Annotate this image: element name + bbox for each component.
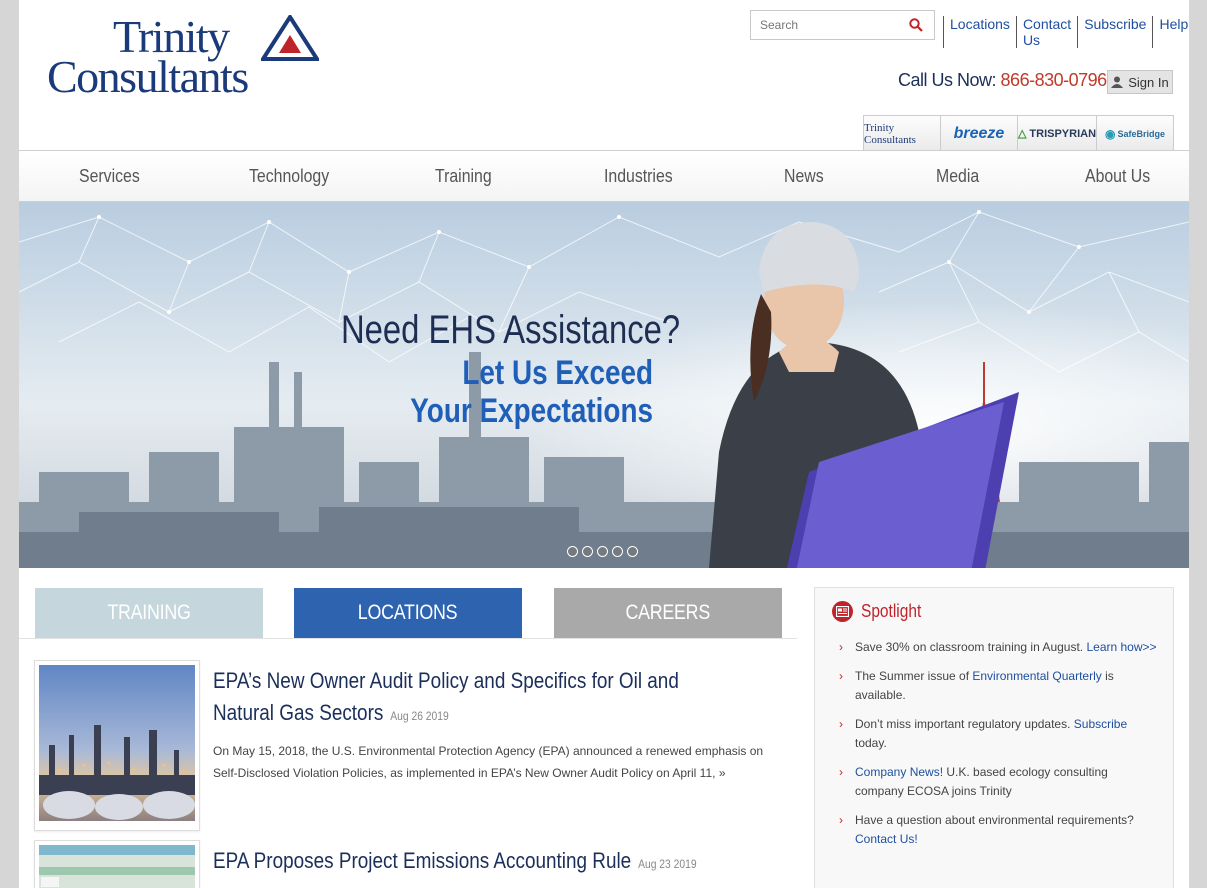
nav-services[interactable]: Services	[79, 166, 140, 187]
sign-in-button[interactable]: Sign In	[1107, 70, 1173, 94]
article-1-excerpt: On May 15, 2018, the U.S. Environmental …	[213, 740, 778, 784]
main-nav: Services Technology Training Industries …	[19, 150, 1189, 202]
search-icon[interactable]	[909, 18, 923, 32]
call-us: Call Us Now: 866-830-0796	[898, 70, 1107, 91]
brand-switcher: Trinity Consultants breeze △ TRISPYRIAN …	[863, 115, 1174, 151]
hero-headline: Need EHS Assistance?	[341, 308, 681, 352]
spotlight-item: › Have a question about environmental re…	[839, 811, 1157, 849]
sign-in-label: Sign In	[1128, 74, 1169, 90]
article-1-date: Aug 26 2019	[390, 709, 449, 723]
chevron-right-icon: ›	[839, 813, 843, 827]
article-1-read-more[interactable]: »	[719, 766, 726, 780]
carousel-dot-3[interactable]	[597, 546, 608, 557]
brand-trispyrian[interactable]: △ TRISPYRIAN	[1017, 116, 1098, 151]
contact-us-spotlight-link[interactable]: Contact Us!	[855, 832, 918, 846]
spotlight-item: › Company News! U.K. based ecology consu…	[839, 763, 1157, 801]
spotlight-header: Spotlight	[832, 601, 931, 622]
carousel-dot-4[interactable]	[612, 546, 623, 557]
training-tab-label: TRAINING	[107, 601, 191, 624]
chevron-right-icon: ›	[839, 669, 843, 683]
chevron-right-icon: ›	[839, 717, 843, 731]
divider	[19, 638, 797, 639]
utility-links: Locations Contact Us Subscribe Help	[943, 16, 1189, 48]
search-input[interactable]	[760, 18, 900, 32]
brand-breeze[interactable]: breeze	[940, 116, 1018, 151]
hero-sub-line2: Your Expectations	[410, 392, 653, 430]
article-2-title[interactable]: EPA Proposes Project Emissions Accountin…	[213, 845, 712, 880]
article-2-thumbnail[interactable]	[34, 840, 200, 888]
spotlight-item: › The Summer issue of Environmental Quar…	[839, 667, 1157, 705]
locations-tab-label: LOCATIONS	[358, 601, 458, 624]
spotlight-panel: Spotlight › Save 30% on classroom traini…	[814, 587, 1174, 888]
logo-triangle-icon	[261, 15, 319, 61]
hero-sub-line1: Let Us Exceed	[462, 354, 653, 392]
locations-link[interactable]: Locations	[943, 16, 1016, 48]
spotlight-title: Spotlight	[861, 601, 922, 621]
spotlight-item-text: Save 30% on classroom training in August…	[855, 640, 1087, 654]
brand-safebridge-label: SafeBridge	[1117, 128, 1166, 139]
spotlight-item-text: Don’t miss important regulatory updates.	[855, 717, 1074, 731]
company-news-link[interactable]: Company News!	[855, 765, 943, 779]
search-box[interactable]	[750, 10, 935, 40]
spotlight-item: › Save 30% on classroom training in Augu…	[839, 638, 1157, 657]
brand-safebridge[interactable]: ◉ SafeBridge	[1097, 116, 1173, 151]
careers-tab-label: CAREERS	[625, 601, 711, 624]
phone-number[interactable]: 866-830-0796	[1001, 70, 1108, 90]
nav-training[interactable]: Training	[435, 166, 492, 187]
carousel-dot-5[interactable]	[627, 546, 638, 557]
nav-media[interactable]: Media	[936, 166, 979, 187]
globe-icon: ◉	[1105, 126, 1116, 141]
spotlight-item: › Don’t miss important regulatory update…	[839, 715, 1157, 753]
hero-banner[interactable]: Need EHS Assistance? Let Us Exceed Your …	[19, 202, 1189, 568]
chevron-right-icon: ›	[839, 640, 843, 654]
subscribe-link[interactable]: Subscribe	[1077, 16, 1152, 48]
recycle-icon: △	[1017, 128, 1027, 140]
document-image	[39, 845, 195, 888]
spotlight-item-text: Have a question about environmental requ…	[855, 813, 1134, 827]
spotlight-list: › Save 30% on classroom training in Augu…	[839, 638, 1157, 859]
newspaper-icon	[832, 601, 853, 622]
article-1-thumbnail[interactable]	[34, 660, 200, 831]
refinery-image	[39, 665, 195, 821]
brand-trinity[interactable]: Trinity Consultants	[864, 116, 941, 151]
nav-about-us[interactable]: About Us	[1085, 166, 1150, 187]
learn-how-link[interactable]: Learn how>>	[1086, 640, 1156, 654]
carousel-dot-2[interactable]	[582, 546, 593, 557]
carousel-dots	[567, 546, 638, 557]
nav-technology[interactable]: Technology	[249, 166, 329, 187]
locations-tab[interactable]: LOCATIONS	[294, 588, 522, 638]
logo-line2: Consultants	[47, 51, 249, 102]
spotlight-item-text: The Summer issue of	[855, 669, 973, 683]
article-1-title[interactable]: EPA’s New Owner Audit Policy and Specifi…	[213, 665, 712, 732]
training-tab[interactable]: TRAINING	[35, 588, 263, 638]
careers-tab[interactable]: CAREERS	[554, 588, 782, 638]
user-icon	[1111, 76, 1124, 88]
carousel-dot-1[interactable]	[567, 546, 578, 557]
spotlight-item-text: today.	[855, 736, 887, 750]
call-label: Call Us Now:	[898, 70, 997, 90]
contact-us-link[interactable]: Contact Us	[1015, 16, 1077, 48]
environmental-quarterly-link[interactable]: Environmental Quarterly	[972, 669, 1101, 683]
article-2-title-text[interactable]: EPA Proposes Project Emissions Accountin…	[213, 848, 631, 873]
article-1-body: On May 15, 2018, the U.S. Environmental …	[213, 744, 764, 780]
nav-news[interactable]: News	[784, 166, 824, 187]
brand-trispyrian-label: TRISPYRIAN	[1029, 127, 1097, 140]
subscribe-spotlight-link[interactable]: Subscribe	[1074, 717, 1127, 731]
article-2-date: Aug 23 2019	[638, 857, 697, 871]
page: Trinity Consultants Locations Contact Us…	[19, 0, 1189, 888]
help-link[interactable]: Help	[1152, 16, 1189, 48]
hero-subheadline: Let Us Exceed Your Expectations	[410, 354, 653, 430]
chevron-right-icon: ›	[839, 765, 843, 779]
trinity-consultants-logo[interactable]: Trinity Consultants	[47, 12, 319, 104]
nav-industries[interactable]: Industries	[604, 166, 673, 187]
